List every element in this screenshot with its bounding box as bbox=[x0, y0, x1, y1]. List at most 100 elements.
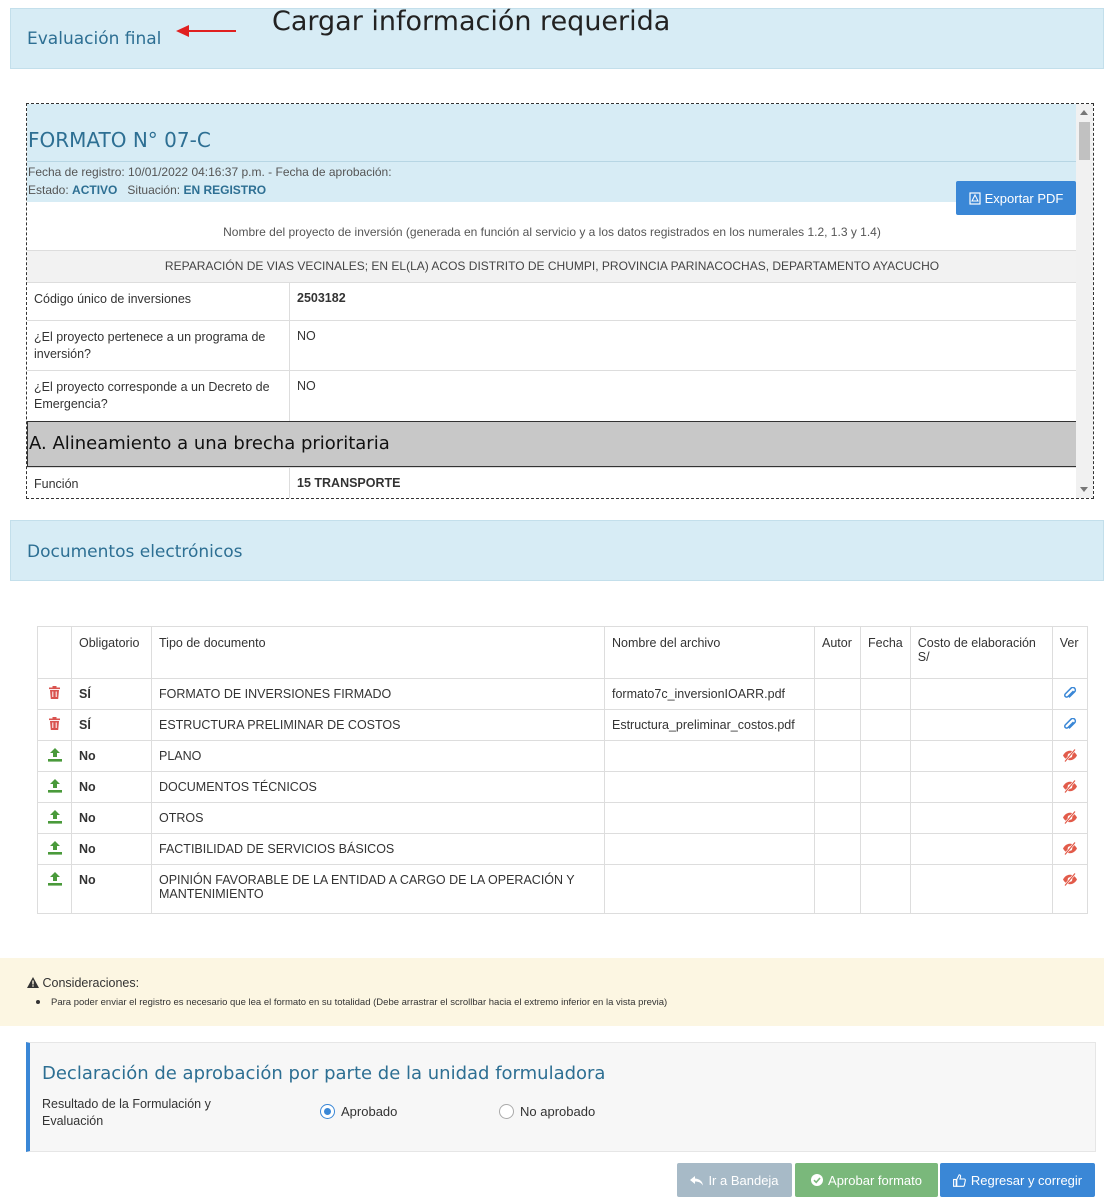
radio-no-aprobado[interactable]: No aprobado bbox=[499, 1104, 595, 1119]
project-name: REPARACIÓN DE VIAS VECINALES; EN EL(LA) … bbox=[27, 250, 1077, 282]
thumbs-up-icon bbox=[952, 1173, 966, 1187]
upload-button[interactable] bbox=[37, 802, 72, 834]
upload-icon bbox=[47, 872, 62, 886]
trash-icon bbox=[49, 717, 60, 730]
upload-button[interactable] bbox=[37, 740, 72, 772]
tipo-documento-cell: ESTRUCTURA PRELIMINAR DE COSTOS bbox=[151, 709, 605, 741]
view-attachment-button[interactable] bbox=[1051, 709, 1088, 741]
nombre-archivo-cell bbox=[604, 771, 815, 803]
declaracion-panel: Declaración de aprobación por parte de l… bbox=[26, 1042, 1096, 1152]
evaluacion-title: Evaluación final bbox=[27, 29, 162, 49]
table-row: No FACTIBILIDAD DE SERVICIOS BÁSICOS bbox=[37, 833, 1088, 865]
radio-no-aprobado-label: No aprobado bbox=[520, 1104, 596, 1119]
nombre-archivo-cell: Estructura_preliminar_costos.pdf bbox=[604, 709, 815, 741]
formato-dates: Fecha de registro: 10/01/2022 04:16:37 p… bbox=[28, 165, 392, 179]
aprobar-formato-button[interactable]: Aprobar formato bbox=[795, 1163, 938, 1197]
upload-button[interactable] bbox=[37, 864, 72, 914]
upload-icon bbox=[47, 748, 62, 762]
delete-button[interactable] bbox=[37, 678, 72, 710]
info-row-label: Código único de inversiones bbox=[34, 292, 192, 306]
ir-a-bandeja-button[interactable]: Ir a Bandeja bbox=[677, 1163, 792, 1197]
costo-cell bbox=[909, 864, 1053, 914]
radio-unselected-icon[interactable] bbox=[499, 1104, 514, 1119]
autor-cell bbox=[814, 802, 861, 834]
upload-button[interactable] bbox=[37, 771, 72, 803]
documentos-table: Obligatorio Tipo de documento Nombre del… bbox=[37, 626, 1088, 914]
delete-button[interactable] bbox=[37, 709, 72, 741]
table-row: SÍ ESTRUCTURA PRELIMINAR DE COSTOS Estruct… bbox=[37, 709, 1088, 741]
info-row-value: 2503182 bbox=[289, 283, 1077, 320]
preview-scrollbar[interactable] bbox=[1076, 104, 1093, 498]
view-unavailable-button[interactable] bbox=[1051, 771, 1088, 803]
autor-cell bbox=[814, 833, 861, 865]
consideraciones-title: Consideraciones: bbox=[42, 976, 140, 990]
consideraciones-alert: Consideraciones: Para poder enviar el re… bbox=[0, 958, 1104, 1026]
consideraciones-heading: Consideraciones: bbox=[27, 976, 139, 990]
preview-scroll-thumb[interactable] bbox=[1079, 122, 1090, 160]
reply-icon bbox=[690, 1175, 704, 1185]
column-header: Costo de elaboración S/ bbox=[909, 626, 1053, 679]
autor-cell bbox=[814, 771, 861, 803]
info-row-value: NO bbox=[289, 371, 1077, 421]
aprobar-formato-label: Aprobar formato bbox=[828, 1172, 922, 1188]
info-row-label: ¿El proyecto pertenece a un programa de … bbox=[34, 330, 266, 361]
column-header-action bbox=[37, 626, 72, 679]
resultado-label: Resultado de la Formulación y Evaluación bbox=[42, 1097, 211, 1128]
tipo-documento-cell: FACTIBILIDAD DE SERVICIOS BÁSICOS bbox=[151, 833, 605, 865]
regresar-corregir-button[interactable]: Regresar y corregir bbox=[940, 1163, 1095, 1197]
obligatorio-cell: No bbox=[71, 802, 152, 834]
paperclip-icon bbox=[1063, 717, 1076, 729]
view-attachment-button[interactable] bbox=[1051, 678, 1088, 710]
fecha-cell bbox=[860, 771, 911, 803]
fecha-cell bbox=[860, 802, 911, 834]
info-row-label: Función bbox=[34, 477, 79, 491]
bullet-icon bbox=[36, 1000, 40, 1004]
formato-status: Estado: ACTIVO Situación: EN REGISTRO bbox=[28, 183, 266, 197]
situacion-value: EN REGISTRO bbox=[183, 183, 267, 197]
formato-title: FORMATO N° 07-C bbox=[28, 128, 211, 152]
obligatorio-cell: No bbox=[71, 833, 152, 865]
tipo-documento-cell: OTROS bbox=[151, 802, 605, 834]
info-row-value: NO bbox=[289, 321, 1077, 370]
table-row: No OPINIÓN FAVORABLE DE LA ENTIDAD A CARG… bbox=[37, 864, 1088, 914]
radio-aprobado[interactable]: Aprobado bbox=[320, 1104, 397, 1119]
nombre-archivo-cell bbox=[604, 802, 815, 834]
info-row-programa: ¿El proyecto pertenece a un programa de … bbox=[27, 320, 1077, 370]
upload-button[interactable] bbox=[37, 833, 72, 865]
costo-cell bbox=[909, 802, 1053, 834]
nombre-archivo-cell bbox=[604, 740, 815, 772]
pdf-icon bbox=[969, 191, 981, 205]
export-pdf-button[interactable]: Exportar PDF bbox=[956, 181, 1076, 215]
upload-icon bbox=[47, 841, 62, 855]
project-caption: Nombre del proyecto de inversión (genera… bbox=[223, 225, 881, 239]
obligatorio-cell: No bbox=[71, 740, 152, 772]
fecha-cell bbox=[860, 678, 911, 710]
eye-slash-icon bbox=[1062, 810, 1077, 825]
fecha-cell bbox=[860, 864, 911, 914]
check-circle-icon bbox=[811, 1174, 824, 1186]
view-unavailable-button[interactable] bbox=[1051, 802, 1088, 834]
obligatorio-cell: No bbox=[71, 771, 152, 803]
upload-icon bbox=[47, 810, 62, 824]
radio-selected-icon[interactable] bbox=[320, 1104, 335, 1119]
view-unavailable-button[interactable] bbox=[1051, 833, 1088, 865]
info-row-value: 15 TRANSPORTE bbox=[289, 468, 1077, 498]
obligatorio-cell: SÍ bbox=[71, 678, 152, 710]
column-header: Autor bbox=[814, 626, 861, 679]
estado-label: Estado: bbox=[28, 183, 69, 197]
scroll-down-icon[interactable] bbox=[1080, 487, 1088, 492]
formato-preview[interactable]: FORMATO N° 07-C Fecha de registro: 10/01… bbox=[26, 103, 1094, 499]
tipo-documento-cell: DOCUMENTOS TÉCNICOS bbox=[151, 771, 605, 803]
scroll-up-icon[interactable] bbox=[1080, 110, 1088, 115]
autor-cell bbox=[814, 709, 861, 741]
paperclip-icon bbox=[1063, 686, 1076, 698]
view-unavailable-button[interactable] bbox=[1051, 864, 1088, 914]
view-unavailable-button[interactable] bbox=[1051, 740, 1088, 772]
costo-cell bbox=[909, 709, 1053, 741]
nombre-archivo-cell: formato7c_inversionIOARR.pdf bbox=[604, 678, 815, 710]
table-row: No PLANO bbox=[37, 740, 1088, 772]
column-header: Tipo de documento bbox=[151, 626, 605, 679]
export-pdf-label: Exportar PDF bbox=[984, 190, 1064, 206]
documentos-panel-header: Documentos electrónicos bbox=[10, 520, 1104, 581]
column-header: Obligatorio bbox=[71, 626, 152, 679]
